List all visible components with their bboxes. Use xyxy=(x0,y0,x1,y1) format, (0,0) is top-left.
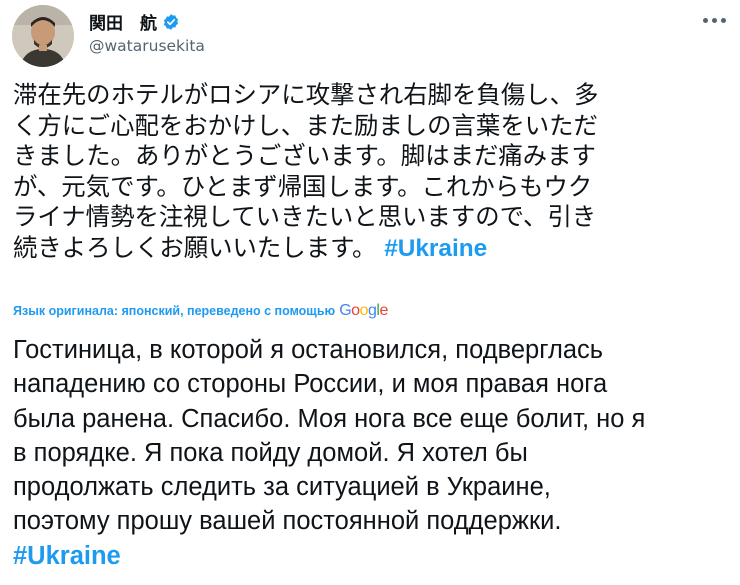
translation-attribution[interactable]: Язык оригинала: японский, переведено с п… xyxy=(13,302,388,320)
original-line: 滞在先のホテルがロシアに攻撃され右脚を負傷し、多 xyxy=(13,80,599,109)
translation-line: в порядке. Я пока пойду домой. Я хотел б… xyxy=(13,438,528,467)
original-last-line: 続きよろしくお願いいたします。 #Ukraine xyxy=(13,233,731,265)
original-line: が、元気です。ひとまず帰国します。これからもウク xyxy=(13,171,593,201)
original-line: ライナ情勢を注視していきたいと思いますので、引き xyxy=(13,202,597,232)
translation-line: Гостиница, в которой я остановился, подв… xyxy=(13,336,604,364)
translation-line: нападению со стороны России, и моя права… xyxy=(13,370,608,399)
verified-badge-icon xyxy=(163,13,179,30)
google-logo: Google xyxy=(339,302,388,319)
translation-line: поэтому прошу вашей постоянной поддержки… xyxy=(13,507,562,536)
author-handle[interactable]: @watarusekita xyxy=(89,37,205,55)
tweet-original-text: 滞在先のホテルがロシアに攻撃され右脚を負傷し、多 く方にご心配をおかけし、また励… xyxy=(13,80,731,265)
tweet-translation-text: Гостиница, в которой я остановился, подв… xyxy=(13,333,731,573)
original-line: きました。ありがとうございます。脚はまだ痛みます xyxy=(13,141,596,171)
author-display-name[interactable]: 関田 航 xyxy=(89,9,157,34)
avatar[interactable] xyxy=(12,5,74,67)
hashtag-link[interactable]: #Ukraine xyxy=(384,235,487,262)
original-line: く方にご心配をおかけし、また励ましの言葉をいただ xyxy=(13,110,598,140)
translation-line: продолжать следить за ситуацией в Украин… xyxy=(13,473,551,502)
translation-note-text: Язык оригинала: японский, переведено с п… xyxy=(13,304,336,318)
user-avatar-image xyxy=(12,5,74,67)
author-name-row: 関田 航 xyxy=(89,9,180,34)
translation-line: была ранена. Спасибо. Моя нога все еще б… xyxy=(13,404,646,433)
translation-hashtag-link[interactable]: #Ukraine xyxy=(13,539,731,573)
more-options-icon[interactable] xyxy=(703,18,726,23)
original-line: 続きよろしくお願いいたします。 xyxy=(13,232,377,262)
